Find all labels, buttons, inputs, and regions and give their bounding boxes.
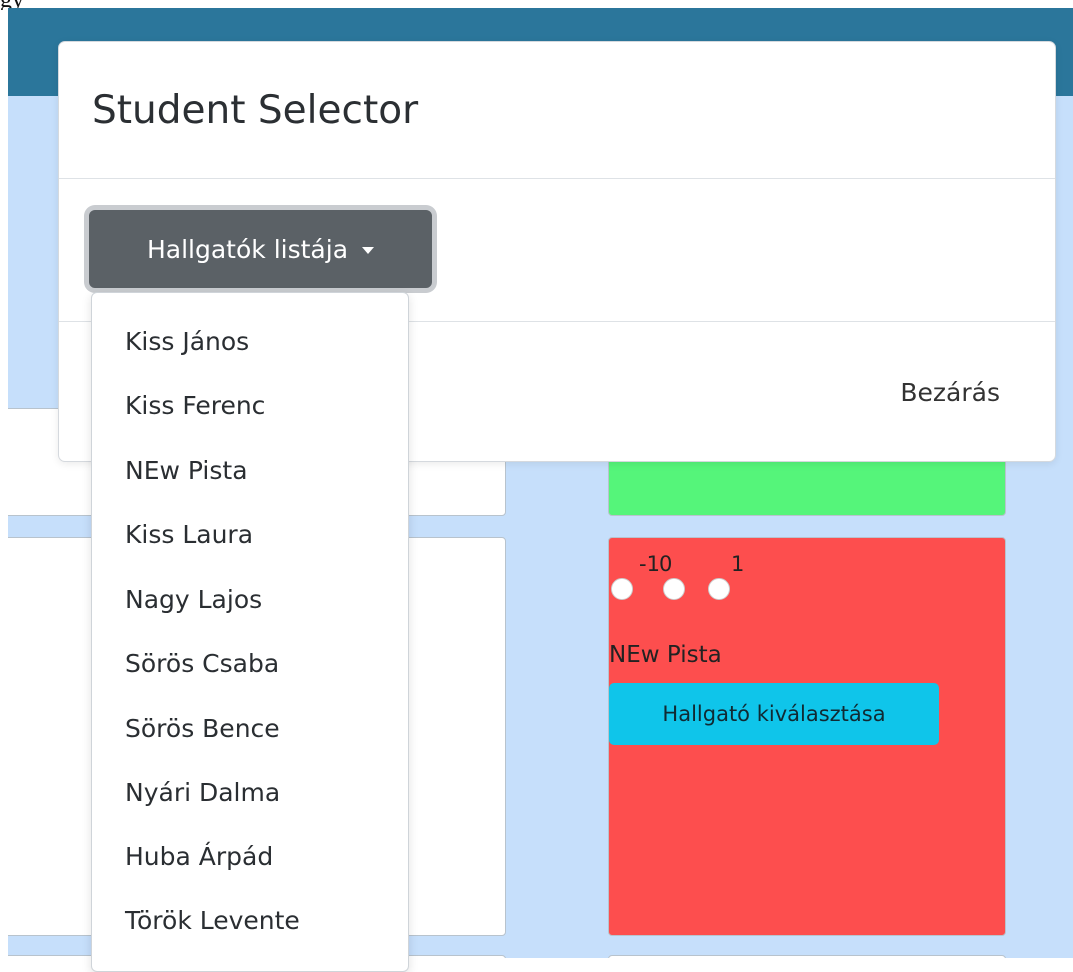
dropdown-item[interactable]: Kiss János — [125, 327, 249, 356]
modal-title: Student Selector — [92, 88, 419, 133]
dropdown-item[interactable]: Huba Árpád — [125, 842, 273, 871]
student-card-red: -1 0 1 NEw Pista Hallgató kiválasztása — [608, 537, 1006, 936]
dropdown-item[interactable]: Török Levente — [125, 906, 300, 935]
modal-header: Student Selector — [59, 42, 1055, 179]
close-button[interactable]: Bezárás — [900, 378, 1000, 407]
rating-radio-zero[interactable] — [663, 578, 685, 600]
dropdown-item[interactable]: Sörös Csaba — [125, 649, 279, 678]
dropdown-item[interactable]: NEw Pista — [125, 456, 248, 485]
student-list-dropdown-button[interactable]: Hallgatók listája — [89, 210, 432, 288]
dropdown-item[interactable]: Nagy Lajos — [125, 585, 262, 614]
select-student-button[interactable]: Hallgató kiválasztása — [609, 683, 939, 745]
rating-label-one: 1 — [731, 552, 745, 576]
dropdown-button-label: Hallgatók listája — [146, 234, 349, 264]
rating-label-minus-one: -1 — [639, 552, 660, 576]
caret-down-icon — [362, 247, 375, 254]
dropdown-item[interactable]: Sörös Bence — [125, 714, 280, 743]
dropdown-item[interactable]: Kiss Ferenc — [125, 391, 265, 420]
rating-label-zero: 0 — [659, 552, 673, 576]
student-name: NEw Pista — [609, 642, 722, 668]
dropdown-item[interactable]: Nyári Dalma — [125, 778, 280, 807]
rating-radio-group: -1 0 1 — [609, 552, 769, 602]
rating-radio-one[interactable] — [708, 578, 730, 600]
dropdown-item[interactable]: Kiss Laura — [125, 520, 253, 549]
rating-radio-minus-one[interactable] — [611, 578, 633, 600]
student-dropdown-menu: Kiss János Kiss Ferenc NEw Pista Kiss La… — [91, 292, 409, 972]
